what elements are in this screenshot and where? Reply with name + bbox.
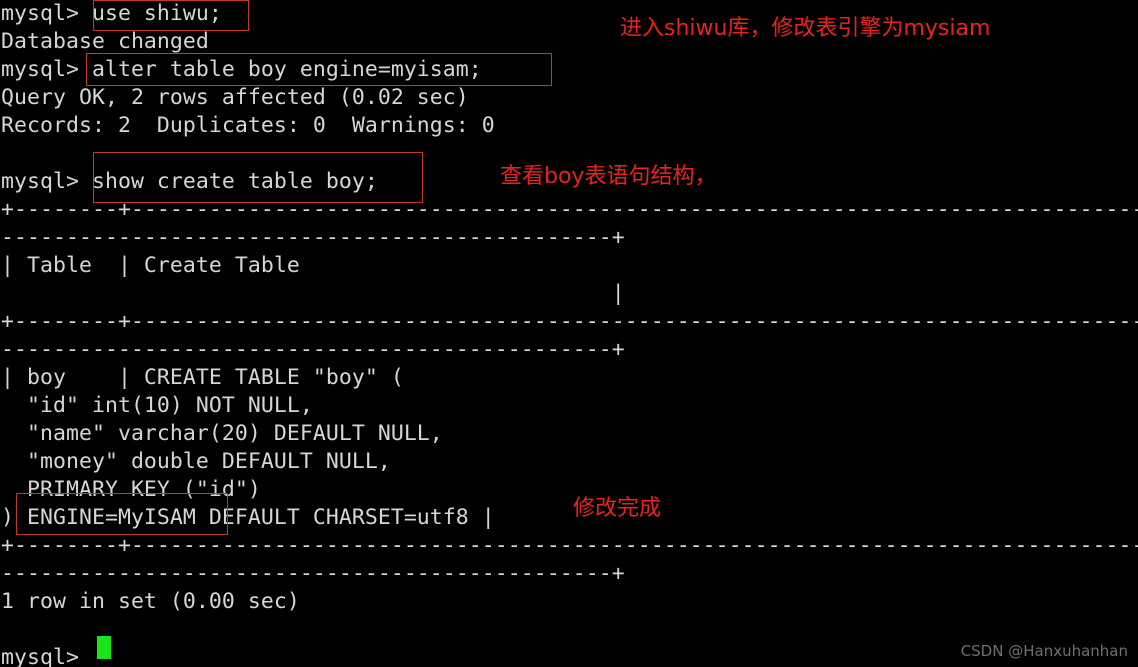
terminal-line: PRIMARY KEY ("id") xyxy=(1,477,261,502)
terminal-line: ----------------------------------------… xyxy=(1,561,625,586)
terminal-line: ----------------------------------------… xyxy=(1,337,625,362)
terminal-line: | Table | Create Table xyxy=(1,253,300,278)
terminal-line: +--------+------------------------------… xyxy=(1,197,1138,222)
annotation-show-create-table: 查看boy表语句结构， xyxy=(500,164,717,189)
terminal-line: Query OK, 2 rows affected (0.02 sec) xyxy=(1,85,469,110)
terminal-line: "id" int(10) NOT NULL, xyxy=(1,393,313,418)
annotation-use-database: 进入shiwu库，修改表引擎为mysiam xyxy=(620,16,991,41)
terminal-cursor xyxy=(97,636,111,659)
terminal-line: mysql> alter table boy engine=myisam; xyxy=(1,57,482,82)
terminal-line: | xyxy=(1,281,625,306)
terminal-line: "money" double DEFAULT NULL, xyxy=(1,449,391,474)
annotation-modification-complete: 修改完成 xyxy=(573,496,662,521)
terminal-line: +--------+------------------------------… xyxy=(1,309,1138,334)
terminal-line: "name" varchar(20) DEFAULT NULL, xyxy=(1,421,443,446)
terminal-line: ) ENGINE=MyISAM DEFAULT CHARSET=utf8 | xyxy=(1,505,495,530)
terminal-screenshot: mysql> use shiwu; Database changed mysql> … xyxy=(0,0,1138,667)
watermark: CSDN @Hanxuhanhan xyxy=(960,642,1128,660)
terminal-output[interactable]: mysql> use shiwu; Database changed mysql> … xyxy=(0,0,1138,667)
terminal-line: | boy | CREATE TABLE "boy" ( xyxy=(1,365,404,390)
terminal-line: 1 row in set (0.00 sec) xyxy=(1,589,300,614)
terminal-line: +--------+------------------------------… xyxy=(1,533,1138,558)
terminal-line: Records: 2 Duplicates: 0 Warnings: 0 xyxy=(1,113,495,138)
terminal-line: ----------------------------------------… xyxy=(1,225,625,250)
